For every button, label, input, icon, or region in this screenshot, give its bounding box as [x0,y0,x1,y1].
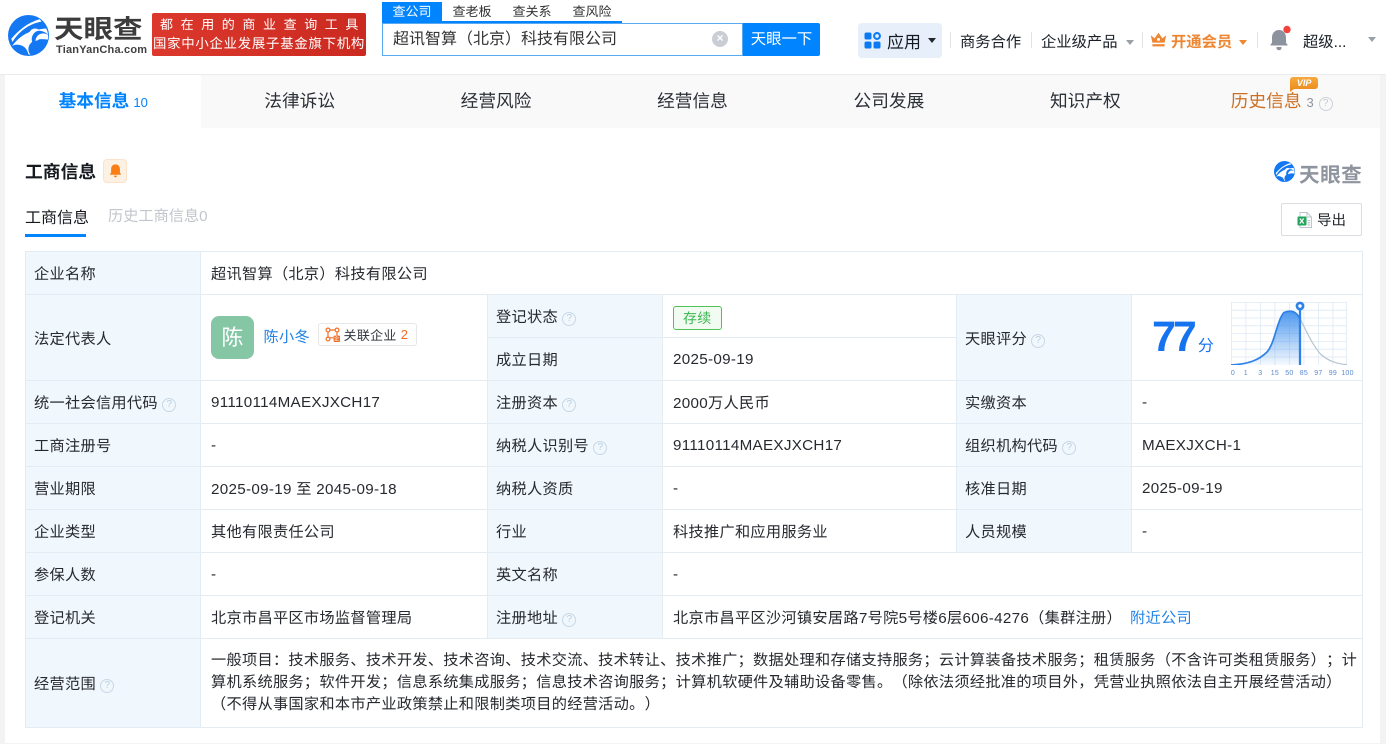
svg-text:85: 85 [1300,370,1308,377]
svg-text:3: 3 [1258,370,1262,377]
svg-text:0: 0 [1231,370,1235,377]
svg-text:企: 企 [333,335,339,341]
svg-text:15: 15 [1271,370,1279,377]
svg-text:50: 50 [1285,370,1293,377]
svg-text:100: 100 [1341,370,1354,377]
svg-text:99: 99 [1329,370,1337,377]
svg-text:1: 1 [1244,370,1248,377]
svg-text:97: 97 [1314,370,1322,377]
